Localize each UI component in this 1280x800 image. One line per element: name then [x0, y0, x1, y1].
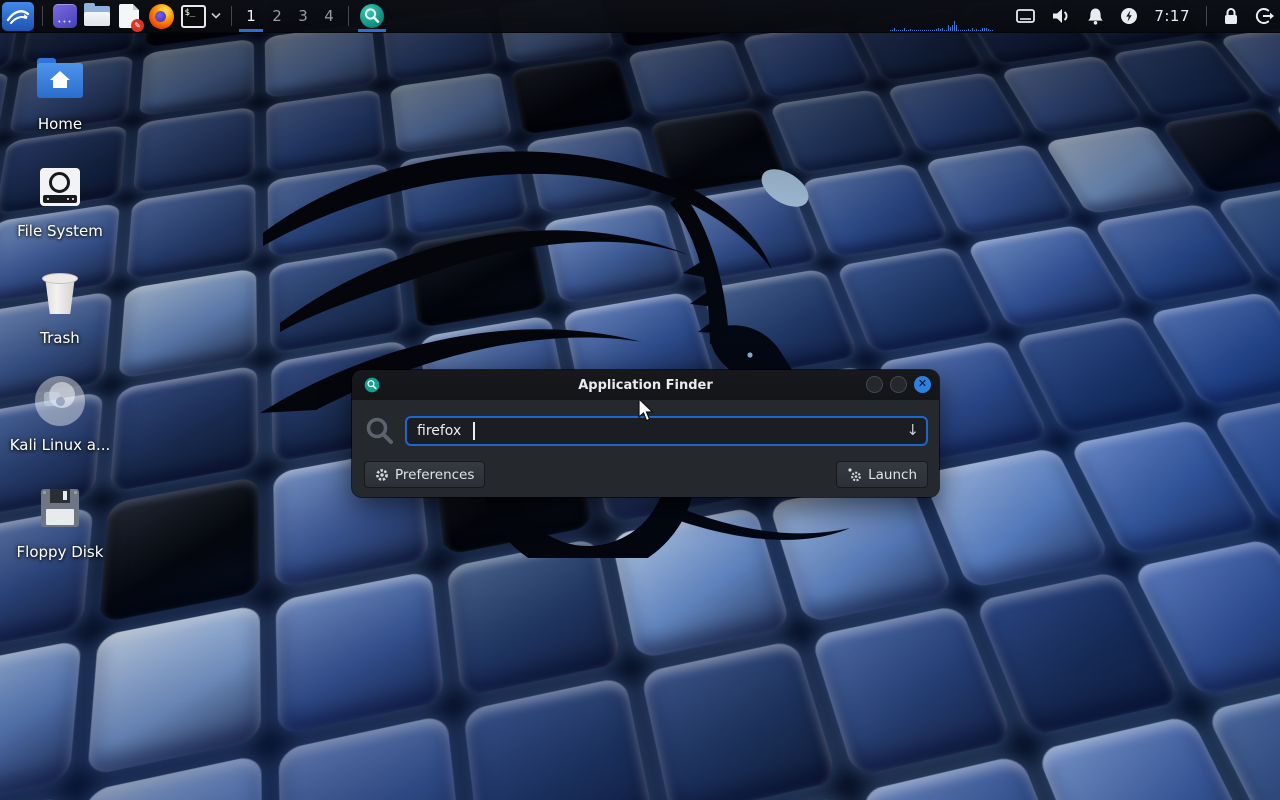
terminal-icon: $_ — [181, 5, 206, 28]
launcher-file-manager[interactable] — [81, 2, 113, 31]
search-icon — [364, 415, 396, 447]
panel-separator — [42, 6, 43, 26]
workspace-3[interactable]: 3 — [290, 0, 316, 33]
application-finder-window: Application Finder ✕ ↓ — [352, 370, 939, 497]
panel-separator — [348, 6, 349, 26]
system-tray: 7:17 — [1016, 6, 1274, 26]
maximize-button[interactable] — [890, 376, 907, 393]
search-input[interactable] — [405, 416, 928, 446]
firefox-icon — [149, 4, 174, 29]
lock-screen-icon[interactable] — [1223, 7, 1239, 25]
applications-menu-button[interactable] — [2, 2, 34, 31]
launch-button[interactable]: Launch — [836, 461, 928, 488]
window-title: Application Finder — [578, 378, 713, 393]
dropdown-arrow-icon[interactable]: ↓ — [906, 421, 919, 439]
notifications-bell-icon[interactable] — [1087, 7, 1104, 25]
floppy-disk-icon — [41, 482, 79, 534]
text-caret — [473, 422, 475, 440]
desktop-icon-label: File System — [17, 222, 103, 240]
hard-drive-icon — [40, 161, 80, 213]
desktop-icon-label: Floppy Disk — [17, 543, 104, 561]
panel-clock[interactable]: 7:17 — [1154, 7, 1190, 25]
launch-button-label: Launch — [868, 467, 917, 483]
network-monitor-graph — [890, 19, 1002, 31]
workspace-4[interactable]: 4 — [316, 0, 342, 33]
trash-can-icon — [42, 268, 78, 320]
kali-dragon-icon — [6, 5, 30, 27]
preferences-button-label: Preferences — [395, 467, 474, 483]
terminal-dropdown-chevron-icon[interactable] — [211, 11, 221, 22]
panel-separator — [231, 6, 232, 26]
launcher-firefox[interactable] — [145, 2, 177, 31]
desktop-icon-label: Home — [38, 115, 82, 133]
gear-icon — [375, 468, 389, 482]
desktop-icon-label: Kali Linux a... — [10, 436, 111, 454]
preferences-button[interactable]: Preferences — [364, 461, 485, 488]
minimize-button[interactable] — [866, 376, 883, 393]
app-window-icon: ••• — [53, 4, 77, 28]
desktop-icon-trash[interactable]: Trash — [8, 268, 112, 375]
text-editor-icon: ✎ — [119, 4, 139, 28]
mouse-cursor — [638, 398, 656, 422]
launcher-text-editor[interactable]: ✎ — [113, 2, 145, 31]
workspace-2[interactable]: 2 — [264, 0, 290, 33]
desktop-icon-file-system[interactable]: File System — [8, 161, 112, 268]
desktop-icon-column: Home File System Trash Kali Linux a... F… — [8, 54, 112, 589]
launch-gear-icon — [847, 467, 862, 482]
file-manager-icon — [84, 6, 110, 26]
ghost-circle-icon — [35, 375, 85, 427]
close-button[interactable]: ✕ — [914, 376, 931, 393]
desktop-icon-kali-linux[interactable]: Kali Linux a... — [8, 375, 112, 482]
desktop-icon-home[interactable]: Home — [8, 54, 112, 161]
power-manager-icon[interactable] — [1120, 7, 1138, 25]
workspace-1[interactable]: 1 — [238, 0, 264, 33]
application-finder-icon — [360, 4, 384, 28]
top-panel: ••• ✎ $_ 1 2 3 4 — [0, 0, 1280, 33]
titlebar[interactable]: Application Finder ✕ — [352, 370, 939, 400]
log-out-icon[interactable] — [1255, 7, 1274, 25]
keyboard-indicator-icon[interactable] — [1016, 8, 1035, 24]
panel-separator — [1206, 6, 1207, 26]
desktop-icon-label: Trash — [40, 329, 80, 347]
application-finder-icon — [364, 377, 380, 397]
desktop-icon-floppy-disk[interactable]: Floppy Disk — [8, 482, 112, 589]
home-folder-icon — [37, 54, 83, 106]
launcher-app-window[interactable]: ••• — [49, 2, 81, 31]
volume-icon[interactable] — [1051, 7, 1071, 25]
launcher-terminal[interactable]: $_ — [177, 2, 209, 31]
taskbar-application-finder[interactable] — [355, 0, 389, 33]
